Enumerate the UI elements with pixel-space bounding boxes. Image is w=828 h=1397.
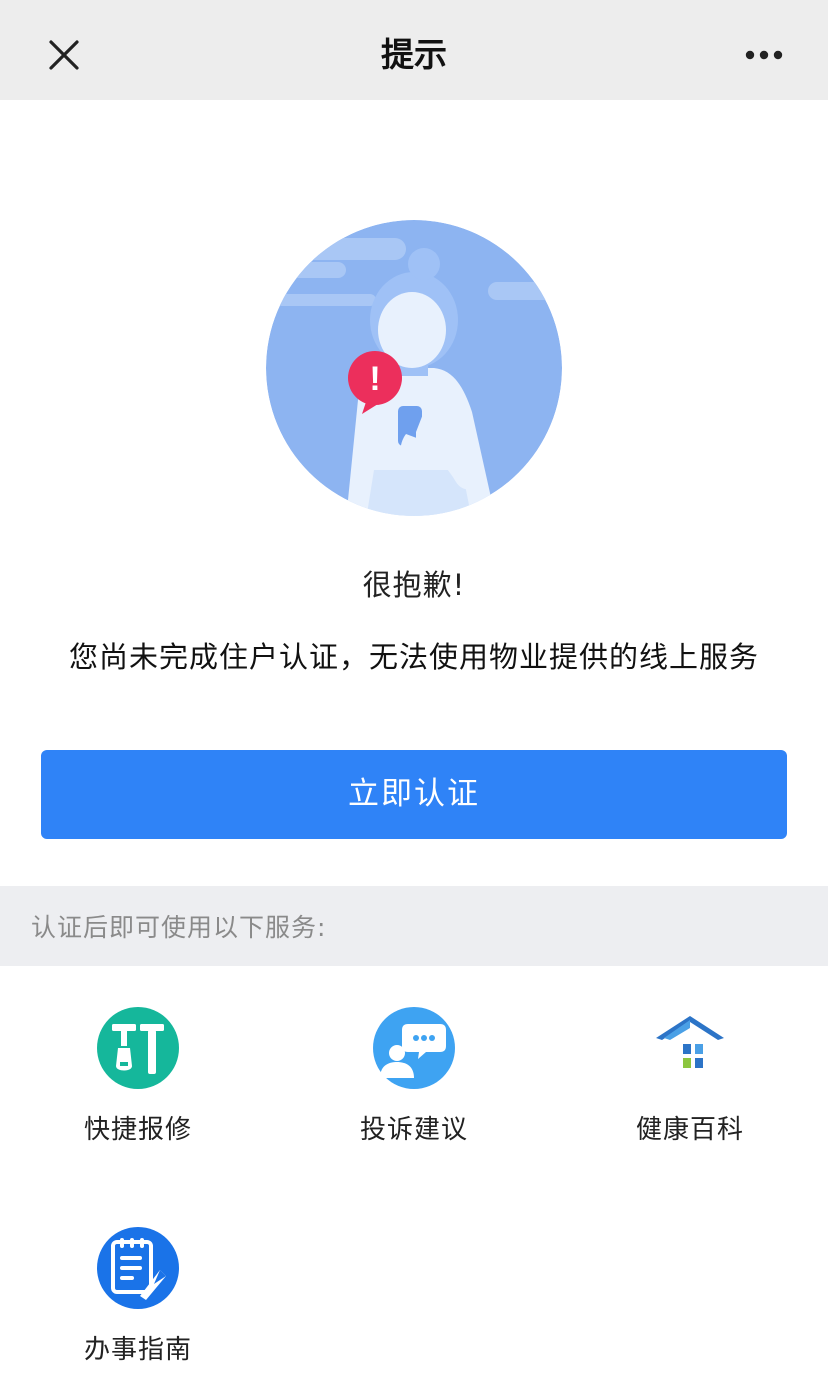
verification-message: 您尚未完成住户认证，无法使用物业提供的线上服务 (68, 640, 759, 674)
service-health-encyclopedia[interactable]: 健康百科 (590, 1006, 790, 1176)
service-label: 办事指南 (83, 1335, 192, 1365)
service-label: 健康百科 (635, 1115, 744, 1145)
service-label: 投诉建议 (359, 1115, 468, 1145)
complaint-chat-icon (373, 1007, 455, 1089)
service-complaint-suggestion[interactable]: 投诉建议 (314, 1006, 514, 1176)
services-section-title: 认证后即可使用以下服务: (31, 913, 327, 942)
guide-clipboard-icon (97, 1227, 179, 1309)
service-guide[interactable]: 办事指南 (38, 1226, 238, 1396)
hero-illustration: ! (266, 220, 562, 516)
sorry-heading: 很抱歉! (362, 568, 466, 602)
close-icon[interactable] (34, 25, 94, 85)
service-quick-repair[interactable]: 快捷报修 (38, 1006, 238, 1176)
more-icon[interactable] (732, 30, 796, 80)
health-house-icon (656, 1016, 724, 1068)
services-section-header: 认证后即可使用以下服务: (0, 886, 828, 966)
page-title: 提示 (381, 35, 447, 74)
verify-now-button[interactable]: 立即认证 (41, 750, 787, 839)
alert-icon: ! (369, 360, 380, 398)
repair-tools-icon (97, 1007, 179, 1089)
top-navbar: 提示 (0, 0, 828, 100)
service-label: 快捷报修 (83, 1115, 192, 1145)
